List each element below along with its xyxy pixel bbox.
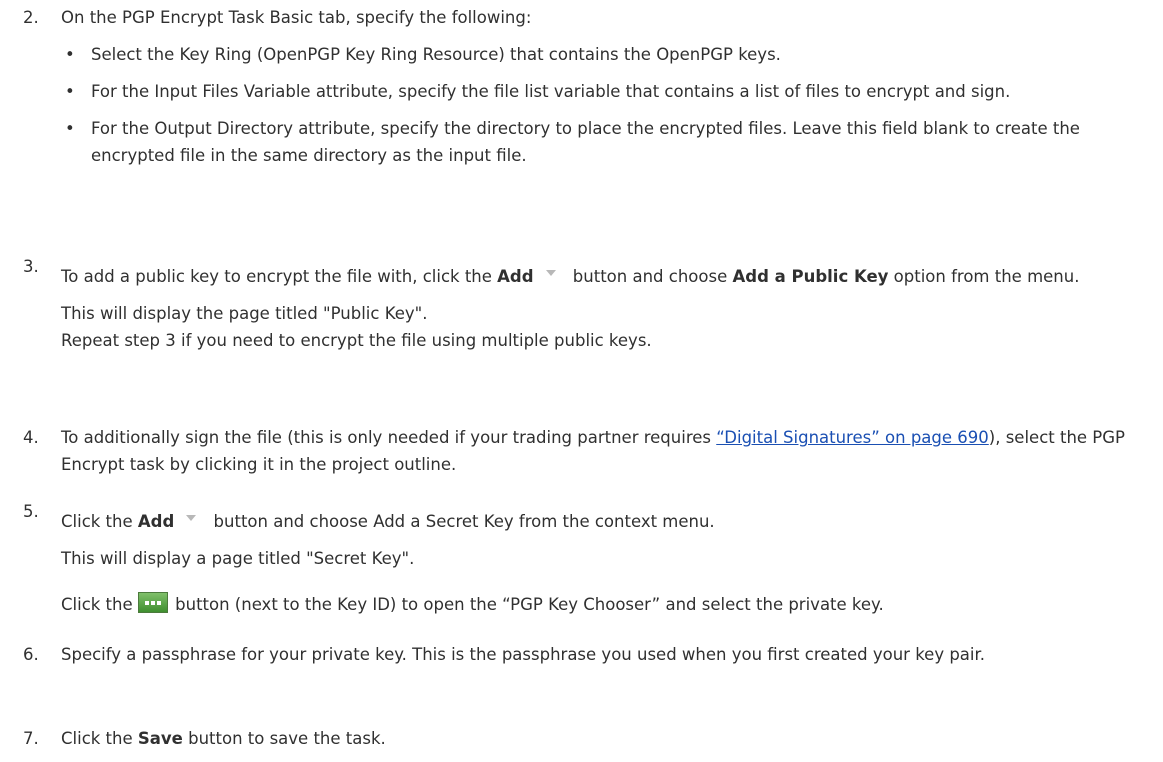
step-text: To add a public key to encrypt the file … bbox=[61, 263, 1146, 290]
step-body: Click the Add button and choose Add a Se… bbox=[61, 508, 1146, 628]
step-note: This will display a page titled "Secret … bbox=[61, 549, 415, 568]
option-label: Add a Public Key bbox=[732, 267, 889, 286]
save-label: Save bbox=[137, 729, 183, 748]
text-segment: To add a public key to encrypt the file … bbox=[61, 267, 498, 286]
step-number: 3. bbox=[23, 257, 39, 276]
document: 2. On the PGP Encrypt Task Basic tab, sp… bbox=[0, 0, 1163, 753]
text-segment: Click the bbox=[61, 729, 138, 748]
step-number: 7. bbox=[23, 729, 39, 748]
text-segment: button and choose Add a Secret Key from … bbox=[208, 512, 715, 531]
step-number: 5. bbox=[23, 502, 39, 521]
step-body: On the PGP Encrypt Task Basic tab, speci… bbox=[61, 4, 1146, 179]
dropdown-arrow-icon bbox=[186, 515, 197, 521]
list-item: • For the Output Directory attribute, sp… bbox=[61, 115, 1146, 169]
step-body: To additionally sign the file (this is o… bbox=[61, 424, 1146, 488]
step-number: 6. bbox=[23, 645, 39, 664]
text-segment: Click the bbox=[61, 512, 138, 531]
step-number: 4. bbox=[23, 428, 39, 447]
text-segment: To additionally sign the file (this is o… bbox=[61, 428, 717, 447]
step-body: Specify a passphrase for your private ke… bbox=[61, 641, 1146, 678]
text-segment: option from the menu. bbox=[888, 267, 1080, 286]
bullet-icon: • bbox=[65, 45, 75, 64]
step-text: Click the button (next to the Key ID) to… bbox=[61, 591, 1146, 618]
step-text: To additionally sign the file (this is o… bbox=[61, 424, 1146, 478]
list-item-text: Select the Key Ring (OpenPGP Key Ring Re… bbox=[91, 45, 781, 64]
bullet-list: • Select the Key Ring (OpenPGP Key Ring … bbox=[61, 41, 1146, 169]
step-text: Specify a passphrase for your private ke… bbox=[61, 645, 986, 664]
step-body: Click the Save button to save the task. bbox=[61, 725, 1146, 762]
text-segment: Click the bbox=[61, 595, 138, 614]
bullet-icon: • bbox=[65, 82, 75, 101]
add-label: Add bbox=[497, 267, 534, 286]
step-text: Click the Save button to save the task. bbox=[61, 725, 1146, 752]
text-segment: button to save the task. bbox=[182, 729, 386, 748]
bullet-icon: • bbox=[65, 119, 75, 138]
step-text: Click the Add button and choose Add a Se… bbox=[61, 508, 1146, 535]
text-segment: button (next to the Key ID) to open the … bbox=[169, 595, 884, 614]
list-item: • Select the Key Ring (OpenPGP Key Ring … bbox=[61, 41, 1146, 68]
digital-signatures-link[interactable]: “Digital Signatures” on page 690 bbox=[716, 428, 989, 447]
step-intro: On the PGP Encrypt Task Basic tab, speci… bbox=[61, 8, 532, 27]
step-note: This will display the page titled "Publi… bbox=[61, 304, 428, 323]
list-item: • For the Input Files Variable attribute… bbox=[61, 78, 1146, 105]
ellipsis-button-icon bbox=[137, 592, 168, 613]
step-body: To add a public key to encrypt the file … bbox=[61, 263, 1146, 364]
list-item-text: For the Output Directory attribute, spec… bbox=[91, 119, 1080, 165]
add-label: Add bbox=[137, 512, 175, 531]
text-segment: button and choose bbox=[567, 267, 733, 286]
dropdown-arrow-icon bbox=[545, 270, 556, 276]
list-item-text: For the Input Files Variable attribute, … bbox=[91, 82, 1011, 101]
step-number: 2. bbox=[23, 8, 39, 27]
step-note: Repeat step 3 if you need to encrypt the… bbox=[61, 331, 652, 350]
